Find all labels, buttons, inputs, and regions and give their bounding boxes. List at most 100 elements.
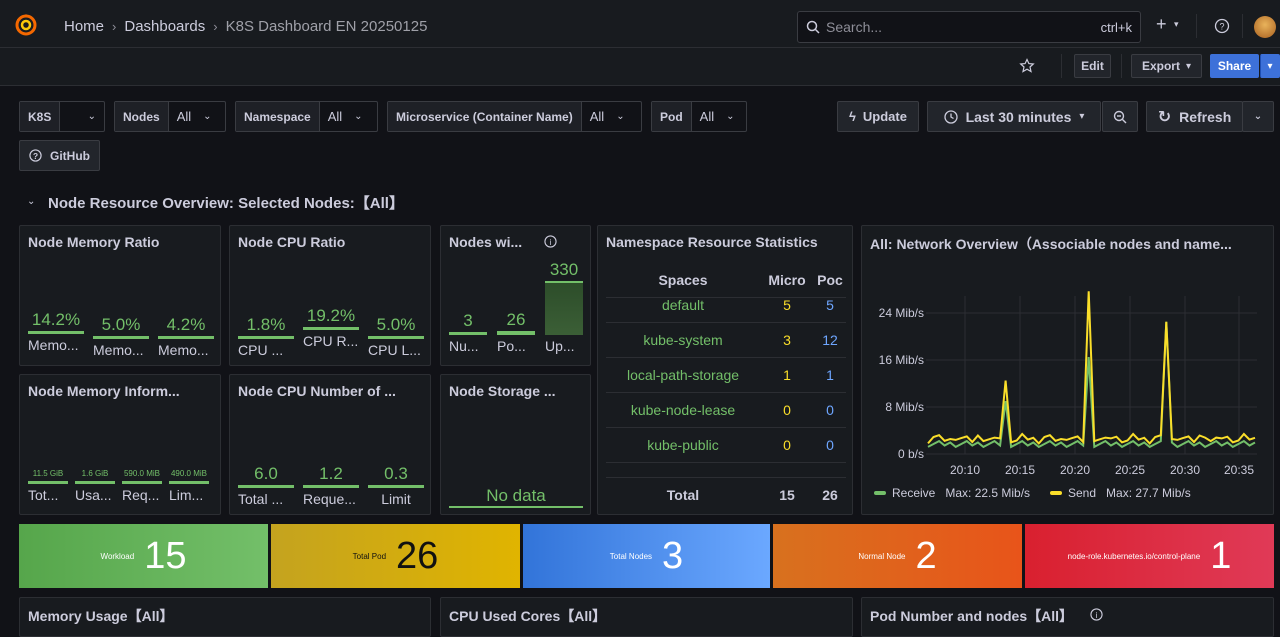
info-icon[interactable]: i [544, 235, 557, 248]
table-row[interactable]: kube-public 0 0 [606, 428, 846, 463]
breadcrumb-dashboards[interactable]: Dashboards [124, 18, 205, 35]
cell-namespace: local-path-storage [626, 367, 740, 383]
bar-gauge-item: 1.2 Reque... [303, 464, 359, 507]
panel-title: Node CPU Number of ... [238, 383, 396, 399]
stat-total-nodes[interactable]: Total Nodes 3 [523, 524, 770, 588]
legend-name: Send [1068, 486, 1097, 500]
star-icon[interactable] [1019, 58, 1035, 74]
share-menu-button[interactable]: ▾ [1260, 54, 1280, 78]
panel-title: Node Memory Ratio [28, 234, 160, 250]
column-header-spaces[interactable]: Spaces [606, 272, 760, 288]
legend-send[interactable]: Send Max: 27.7 Mib/s [1050, 486, 1191, 500]
table-row[interactable]: kube-node-lease 0 0 [606, 393, 846, 428]
y-tick-label: 16 Mib/s [879, 353, 924, 367]
grafana-logo-icon[interactable] [14, 13, 38, 37]
variable-nodes[interactable]: Nodes All ⌄ [114, 101, 226, 132]
variable-value[interactable]: ⌄ [60, 102, 104, 131]
panel-node-cpu-number[interactable]: Node CPU Number of ... 6.0 Total ... 1.2… [229, 374, 431, 515]
panel-pod-number-and-nodes[interactable]: Pod Number and nodes【All】 i [861, 597, 1274, 637]
row-title[interactable]: Node Resource Overview: Selected Nodes:【… [48, 192, 404, 213]
bar-gauge-item: 1.8% CPU ... [238, 315, 294, 358]
table-row[interactable]: kube-system 3 12 [606, 323, 846, 358]
gauge-value: 14.2% [31, 310, 81, 329]
variable-microservice[interactable]: Microservice (Container Name) All ⌄ [387, 101, 642, 132]
x-tick-label: 20:35 [1224, 463, 1254, 477]
update-button[interactable]: ϟ Update [837, 101, 919, 132]
share-button[interactable]: Share [1210, 54, 1259, 78]
panel-title: Node Memory Inform... [28, 383, 180, 399]
column-header-pods[interactable]: Poc [814, 272, 846, 288]
cell-micro: 3 [783, 332, 791, 348]
variable-pod[interactable]: Pod All ⌄ [651, 101, 747, 132]
stat-normal-node[interactable]: Normal Node 2 [773, 524, 1022, 588]
legend-receive[interactable]: Receive Max: 22.5 Mib/s [874, 486, 1030, 500]
cell-namespace: kube-system [643, 332, 723, 348]
network-timeseries-chart[interactable]: 24 Mib/s 16 Mib/s 8 Mib/s 0 b/s 20:10 20:15 20… [862, 256, 1274, 481]
gauge-bar [28, 481, 68, 484]
avatar[interactable] [1254, 16, 1276, 38]
gauge-value: 1.8% [246, 315, 286, 334]
stat-control-plane[interactable]: node-role.kubernetes.io/control-plane 1 [1025, 524, 1274, 588]
chevron-down-icon: ⌄ [203, 111, 212, 122]
gauge-value: 19.2% [306, 306, 356, 325]
search-input[interactable]: Search... ctrl+k [797, 11, 1141, 43]
table-row[interactable]: default 5 5 [606, 288, 846, 323]
panel-node-storage[interactable]: Node Storage ... No data [440, 374, 591, 515]
info-icon[interactable]: i [1090, 608, 1103, 621]
legend-swatch [874, 491, 886, 495]
stat-workload[interactable]: Workload 15 [19, 524, 268, 588]
bar-gauge-item: 19.2% CPU R... [303, 306, 359, 349]
y-tick-label: 0 b/s [898, 447, 924, 461]
stat-total-pod[interactable]: Total Pod 26 [271, 524, 520, 588]
table-footer: Total 15 26 [606, 477, 846, 512]
variable-value[interactable]: All ⌄ [582, 102, 633, 131]
zoom-out-button[interactable] [1102, 101, 1138, 132]
chevron-down-icon[interactable]: ▾ [1174, 19, 1179, 30]
bar-gauge-item: 0.3 Limit [368, 464, 424, 507]
chevron-down-icon: ⌄ [87, 111, 96, 122]
panel-title: Node Storage ... [449, 383, 556, 399]
y-tick-label: 24 Mib/s [879, 306, 924, 320]
gauge-label: Limit [381, 491, 411, 507]
lightning-icon: ϟ [849, 109, 856, 124]
stat-label: Normal Node [858, 551, 906, 561]
variable-namespace[interactable]: Namespace All ⌄ [235, 101, 378, 132]
gauge-value: 11.5 GiB [32, 469, 64, 478]
row-collapse-chevron-icon[interactable]: ⌄ [27, 196, 35, 207]
breadcrumb-home[interactable]: Home [64, 18, 104, 35]
panel-namespace-resource-statistics[interactable]: Namespace Resource Statistics Spaces Mic… [597, 225, 853, 515]
panel-network-overview[interactable]: All: Network Overview（Associable nodes a… [861, 225, 1274, 515]
panel-nodes-with[interactable]: Nodes wi... i 3 Nu... 26 Po... 330 Up... [440, 225, 591, 366]
top-bar: Home › Dashboards › K8S Dashboard EN 202… [0, 0, 1280, 48]
chevron-down-icon: ⌄ [726, 111, 735, 122]
chevron-down-icon: ⌄ [616, 111, 625, 122]
panel-cpu-used-cores[interactable]: CPU Used Cores【All】 [440, 597, 853, 637]
panel-node-cpu-ratio[interactable]: Node CPU Ratio 1.8% CPU ... 19.2% CPU R.… [229, 225, 431, 366]
github-link-button[interactable]: ? GitHub [19, 140, 100, 171]
time-range-picker[interactable]: Last 30 minutes ▾ [927, 101, 1101, 132]
refresh-button[interactable]: ↻ Refresh [1146, 101, 1243, 132]
legend-max: Max: 27.7 Mib/s [1106, 486, 1191, 500]
panel-node-memory-information[interactable]: Node Memory Inform... 11.5 GiB Tot... 1.6 … [19, 374, 221, 515]
variable-value[interactable]: All ⌄ [692, 102, 743, 131]
stat-label: Total Nodes [609, 551, 653, 561]
variable-value-text: All [589, 109, 605, 124]
refresh-interval-button[interactable]: ⌄ [1242, 101, 1274, 132]
panel-memory-usage[interactable]: Memory Usage【All】 [19, 597, 431, 637]
export-button[interactable]: Export ▾ [1131, 54, 1202, 78]
stat-value: 2 [915, 534, 937, 577]
variable-k8s[interactable]: K8S ⌄ [19, 101, 105, 132]
variable-value[interactable]: All ⌄ [169, 102, 220, 131]
column-header-micro[interactable]: Micro [760, 272, 814, 288]
panel-node-memory-ratio[interactable]: Node Memory Ratio 14.2% Memo... 5.0% Mem… [19, 225, 221, 366]
bar-gauge-item: 11.5 GiB Tot... [28, 469, 68, 503]
table-row[interactable]: local-path-storage 1 1 [606, 358, 846, 393]
variable-value[interactable]: All ⌄ [320, 102, 371, 131]
gauge-value: 5.0% [101, 315, 141, 334]
add-new-icon[interactable]: + [1156, 14, 1167, 35]
edit-button[interactable]: Edit [1074, 54, 1111, 78]
cell-pods: 5 [826, 297, 834, 313]
bar-gauge-item: 1.6 GiB Usa... [75, 469, 115, 503]
help-icon[interactable]: ? [1214, 18, 1230, 34]
variable-label: Namespace [236, 102, 320, 131]
